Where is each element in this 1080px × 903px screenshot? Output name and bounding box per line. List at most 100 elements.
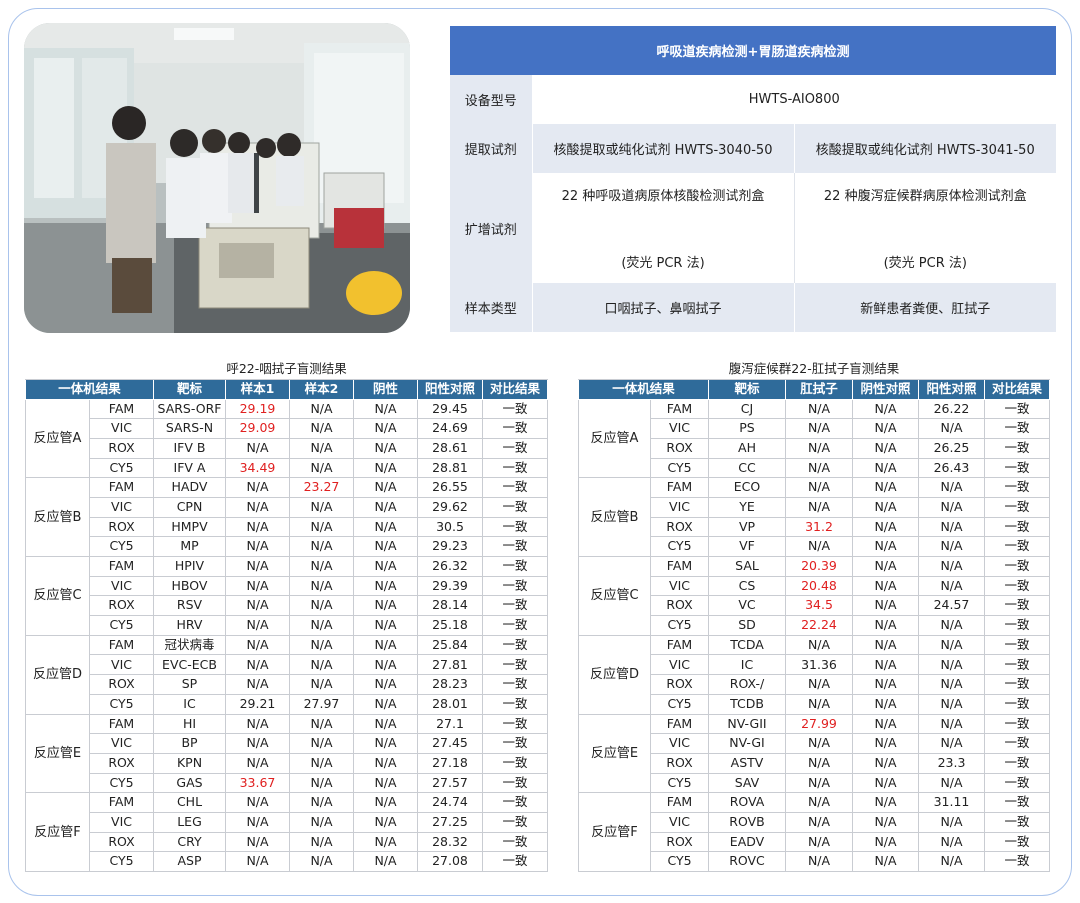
result-cell: N/A	[785, 752, 853, 774]
channel-cell: CY5	[89, 615, 154, 636]
result-cell: 26.22	[918, 398, 985, 420]
result-cell: 一致	[481, 477, 549, 498]
channel-cell: VIC	[650, 733, 709, 754]
result-cell: 一致	[983, 437, 1051, 459]
result-cell: 28.32	[417, 831, 483, 853]
channel-cell: CY5	[650, 457, 709, 479]
result-cell: 26.25	[918, 437, 985, 459]
channel-cell: FAM	[650, 477, 709, 498]
channel-cell: ROX	[650, 516, 709, 538]
result-cell: N/A	[353, 772, 418, 794]
target-cell: GAS	[153, 772, 226, 794]
result-cell: 一致	[481, 437, 549, 459]
result-cell: N/A	[918, 634, 985, 656]
result-cell: 一致	[481, 674, 549, 695]
result-cell: 29.39	[417, 575, 483, 597]
target-cell: SD	[708, 615, 786, 636]
column-header: 阳性对照	[417, 378, 483, 400]
channel-cell: ROX	[89, 831, 154, 853]
table-row: CY5 ASP N/A N/A N/A 27.08 一致	[26, 851, 549, 872]
channel-cell: FAM	[650, 398, 709, 420]
reaction-tube-label: 反应管E	[25, 713, 90, 794]
target-cell: HBOV	[153, 575, 226, 597]
table-row: VIC HBOV N/A N/A N/A 29.39 一致	[26, 575, 549, 597]
target-cell: KPN	[153, 752, 226, 774]
result-cell: N/A	[852, 851, 919, 872]
target-cell: SARS-N	[153, 418, 226, 439]
result-cell: 29.62	[417, 496, 483, 518]
target-cell: VF	[708, 536, 786, 557]
result-cell: 26.32	[417, 556, 483, 577]
result-cell: N/A	[852, 713, 919, 735]
result-cell: 30.5	[417, 516, 483, 538]
channel-cell: VIC	[650, 575, 709, 597]
result-cell: N/A	[852, 398, 919, 420]
result-cell: N/A	[785, 536, 853, 557]
result-cell: N/A	[225, 811, 290, 833]
result-cell: 一致	[983, 595, 1051, 617]
result-cell: N/A	[353, 674, 418, 695]
target-cell: IC	[153, 693, 226, 715]
result-cell: 24.74	[417, 792, 483, 813]
reaction-tube-label: 反应管C	[25, 556, 90, 636]
target-cell: ROX-/	[708, 674, 786, 695]
channel-cell: FAM	[89, 792, 154, 813]
result-cell: 一致	[481, 516, 549, 538]
table-row: ROX RSV N/A N/A N/A 28.14 一致	[26, 595, 549, 617]
column-header: 阳性对照	[918, 378, 985, 400]
result-cell: 29.09	[225, 418, 290, 439]
result-cell: N/A	[289, 496, 354, 518]
target-cell: HMPV	[153, 516, 226, 538]
result-cell: N/A	[353, 595, 418, 617]
result-cell: N/A	[225, 496, 290, 518]
target-cell: SARS-ORF	[153, 398, 226, 420]
result-cell: N/A	[918, 615, 985, 636]
column-header: 对比结果	[481, 378, 549, 400]
result-cell: N/A	[852, 792, 919, 813]
result-cell: N/A	[785, 457, 853, 479]
channel-cell: CY5	[89, 772, 154, 794]
target-cell: ECO	[708, 477, 786, 498]
target-cell: CC	[708, 457, 786, 479]
table-row: ROX CRY N/A N/A N/A 28.32 一致	[26, 831, 549, 853]
result-cell: 一致	[983, 536, 1051, 557]
result-cell: 23.3	[918, 752, 985, 774]
spec-sample-resp: 口咽拭子、鼻咽拭子	[531, 283, 794, 332]
spec-label-model: 设备型号	[450, 75, 533, 124]
table-row: VIC EVC-ECB N/A N/A N/A 27.81 一致	[26, 654, 549, 676]
result-cell: 一致	[983, 733, 1051, 754]
table-row: ROX HMPV N/A N/A N/A 30.5 一致	[26, 516, 549, 538]
result-cell: 28.81	[417, 457, 483, 479]
target-cell: EADV	[708, 831, 786, 853]
result-cell: 22.24	[785, 615, 853, 636]
result-cell: 一致	[983, 693, 1051, 715]
table-row: CY5 GAS 33.67 N/A N/A 27.57 一致	[26, 772, 549, 794]
target-cell: HI	[153, 713, 226, 735]
result-cell: N/A	[785, 851, 853, 872]
result-cell: 一致	[983, 851, 1051, 872]
result-cell: 一致	[983, 615, 1051, 636]
result-cell: N/A	[852, 615, 919, 636]
result-cell: N/A	[852, 654, 919, 676]
column-header: 一体机结果	[25, 378, 154, 400]
channel-cell: VIC	[650, 418, 709, 439]
spec-amp-gi: 22 种腹泻症候群病原体检测试剂盒 (荧光 PCR 法)	[793, 173, 1057, 283]
result-cell: N/A	[225, 752, 290, 774]
result-cell: N/A	[852, 516, 919, 538]
result-cell: 26.43	[918, 457, 985, 479]
result-cell: N/A	[852, 437, 919, 459]
reaction-tube-label: 反应管F	[25, 792, 90, 872]
result-cell: N/A	[852, 556, 919, 577]
result-cell: N/A	[225, 851, 290, 872]
channel-cell: CY5	[650, 615, 709, 636]
reaction-tube-label: 反应管A	[578, 398, 651, 479]
result-cell: N/A	[225, 516, 290, 538]
channel-cell: FAM	[650, 792, 709, 813]
table-title: 腹泻症候群22-肛拭子盲测结果	[578, 360, 1050, 380]
result-cell: 一致	[481, 575, 549, 597]
spec-extract-resp: 核酸提取或纯化试剂 HWTS-3040-50	[531, 124, 794, 173]
channel-cell: CY5	[650, 851, 709, 872]
column-header: 靶标	[153, 378, 226, 400]
result-cell: N/A	[918, 575, 985, 597]
result-cell: 一致	[983, 654, 1051, 676]
